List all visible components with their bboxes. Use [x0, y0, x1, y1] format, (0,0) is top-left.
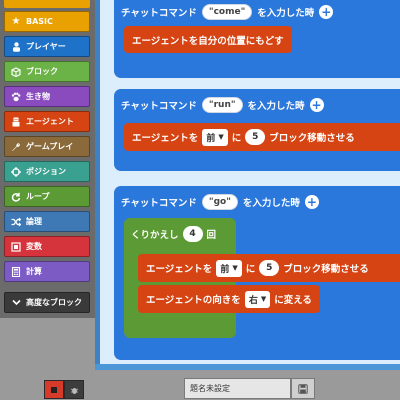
save-icon [298, 379, 308, 398]
category-blocks[interactable]: ブロック [4, 61, 90, 82]
chat-command-block-come[interactable]: チャットコマンド "come" を入力した時 + エージェントを自分の位置にもど… [114, 0, 400, 78]
agent-move-block[interactable]: エージェントを 前 ▼ に 5 ブロック移動させる [138, 254, 400, 282]
command-name-field[interactable]: "come" [201, 4, 253, 20]
turn-direction-dropdown[interactable]: 右 ▼ [244, 290, 271, 308]
category-gameplay[interactable]: ゲームプレイ [4, 136, 90, 157]
agent-icon [10, 117, 22, 127]
bug-icon [70, 380, 79, 399]
steps-input[interactable]: 5 [245, 129, 266, 145]
category-advanced[interactable]: 高度なブロック [4, 292, 90, 313]
paw-icon [10, 92, 22, 102]
dropdown-caret-icon: ▼ [260, 295, 267, 303]
code-workspace[interactable]: チャットコマンド "come" を入力した時 + エージェントを自分の位置にもど… [95, 0, 400, 370]
chat-command-header: チャットコマンド "run" を入力した時 + [121, 97, 324, 113]
chevron-down-icon [10, 299, 22, 306]
category-agent[interactable]: エージェント [4, 111, 90, 132]
command-name-field[interactable]: "run" [201, 97, 243, 113]
steps-input[interactable]: 5 [259, 260, 280, 276]
category-toolbox: ★ BASIC プレイヤー ブロック 生き物 エージェント ゲームプレイ ポジシ… [0, 0, 95, 318]
direction-dropdown[interactable]: 前 ▼ [202, 128, 228, 146]
agent-teleport-block[interactable]: エージェントを自分の位置にもどす [124, 26, 292, 53]
chat-command-header: チャットコマンド "go" を入力した時 + [121, 194, 319, 210]
dropdown-caret-icon: ▼ [232, 264, 238, 272]
stop-button[interactable] [44, 380, 64, 399]
variable-icon [10, 241, 22, 252]
loop-icon [10, 192, 22, 202]
category-basic[interactable]: ★ BASIC [4, 11, 90, 32]
agent-move-block[interactable]: エージェントを 前 ▼ に 5 ブロック移動させる [124, 123, 400, 151]
chat-command-block-run[interactable]: チャットコマンド "run" を入力した時 + エージェントを 前 ▼ に 5 ブ… [114, 89, 400, 171]
repeat-loop-header: くりかえし 4 回 [131, 226, 216, 242]
direction-dropdown[interactable]: 前 ▼ [216, 259, 242, 277]
agent-turn-block[interactable]: エージェントの向きを 右 ▼ に変える [138, 285, 320, 313]
chat-command-header: チャットコマンド "come" を入力した時 + [121, 4, 334, 20]
category-positions[interactable]: ポジション [4, 161, 90, 182]
stop-icon [51, 386, 57, 393]
dropdown-caret-icon: ▼ [218, 133, 224, 141]
category-variables[interactable]: 変数 [4, 236, 90, 257]
repeat-count-input[interactable]: 4 [182, 226, 203, 242]
workspace-canvas[interactable]: チャットコマンド "come" を入力した時 + エージェントを自分の位置にもど… [100, 0, 400, 364]
add-parameter-icon[interactable]: + [319, 5, 334, 19]
cube-icon [10, 66, 22, 77]
debug-button[interactable] [64, 380, 84, 399]
chat-command-block-go[interactable]: チャットコマンド "go" を入力した時 + くりかえし 4 回 エージェントを… [114, 186, 400, 360]
category-logic[interactable]: 論理 [4, 211, 90, 232]
calculator-icon [10, 266, 22, 277]
project-name-input[interactable]: 題名未設定 [184, 378, 291, 399]
category-loops[interactable]: ループ [4, 186, 90, 207]
add-parameter-icon[interactable]: + [309, 98, 324, 112]
wrench-icon [10, 142, 22, 152]
add-parameter-icon[interactable]: + [304, 195, 319, 209]
crosshair-icon [10, 166, 22, 177]
toolbox-scroll-top [4, 0, 90, 8]
command-name-field[interactable]: "go" [201, 194, 238, 210]
person-icon [10, 41, 22, 52]
category-player[interactable]: プレイヤー [4, 36, 90, 57]
star-icon: ★ [11, 16, 21, 27]
save-button[interactable] [291, 378, 315, 399]
shuffle-icon [10, 217, 22, 227]
category-mobs[interactable]: 生き物 [4, 86, 90, 107]
category-math[interactable]: 計算 [4, 261, 90, 282]
